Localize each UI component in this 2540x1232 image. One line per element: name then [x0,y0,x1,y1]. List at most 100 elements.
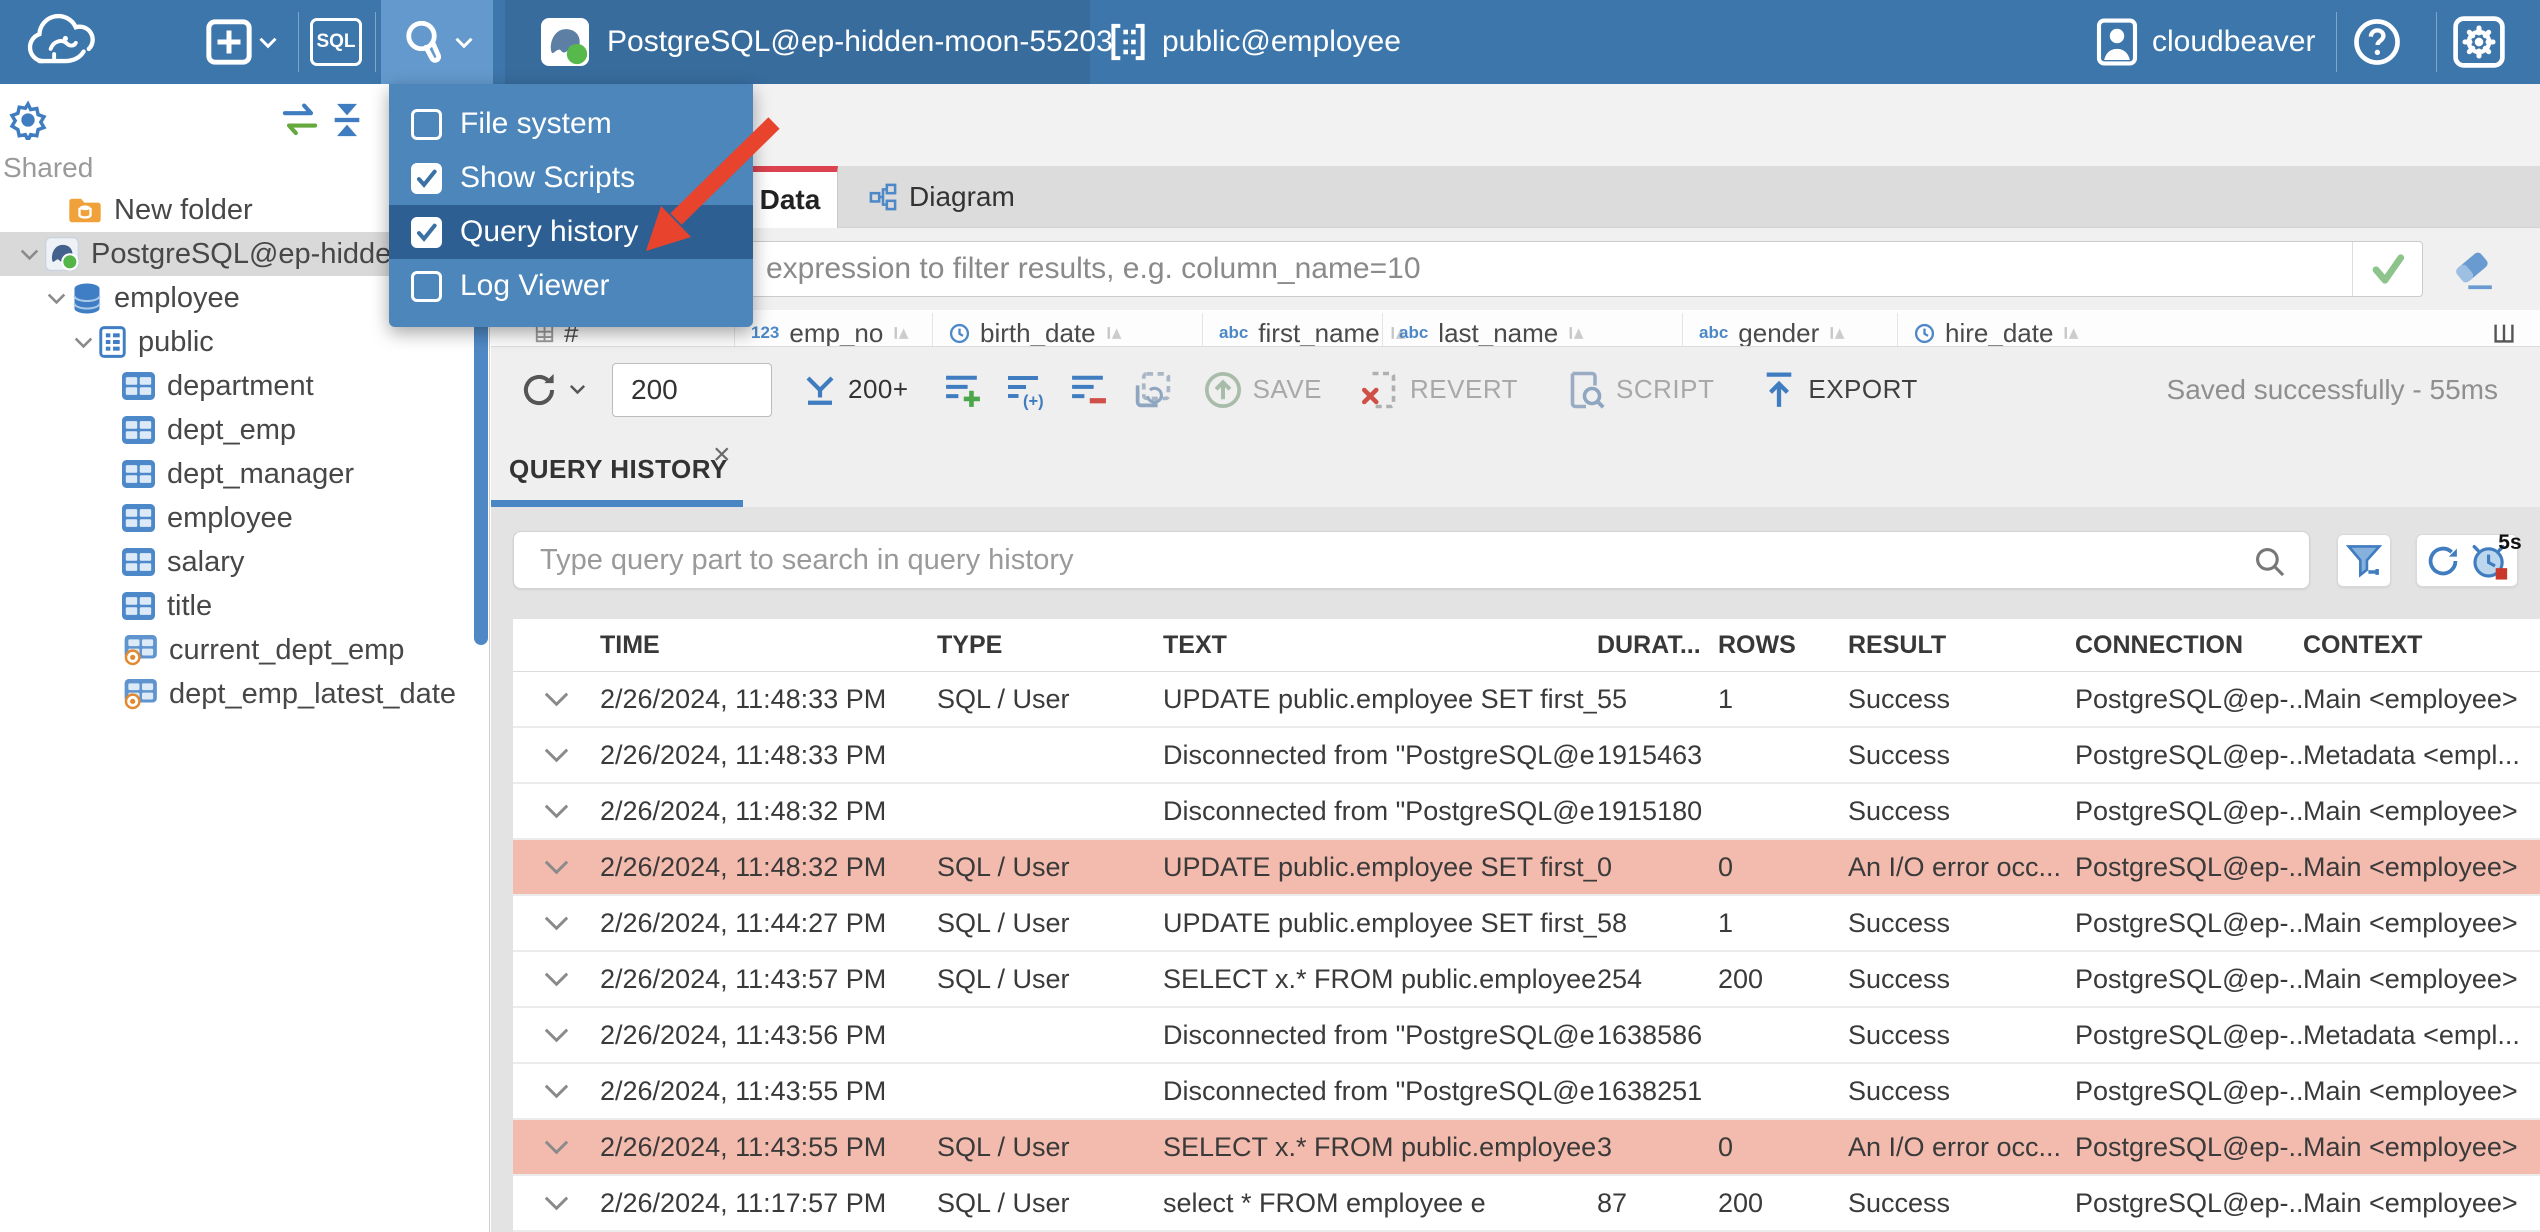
cell-rows: 0 [1718,1131,1734,1162]
chevron-down-icon[interactable] [13,248,45,261]
filter-expression-input[interactable] [514,242,2352,296]
expand-row-chevron-icon[interactable] [513,915,600,931]
history-row-6[interactable]: 2/26/2024, 11:43:57 PM SQL / User SELECT x… [513,952,2540,1008]
sql-editor-button[interactable]: SQL [310,0,362,84]
history-row-5[interactable]: 2/26/2024, 11:44:27 PM SQL / User UPDATE p… [513,896,2540,952]
revert-button[interactable]: REVERT [1360,369,1518,411]
delete-row-button[interactable] [1069,370,1109,410]
user-menu[interactable]: cloudbeaver [2096,0,2315,84]
row-limit-input[interactable] [612,362,772,417]
close-icon[interactable]: × [713,438,731,472]
apply-filter-button[interactable] [2352,242,2422,296]
history-row-3[interactable]: 2/26/2024, 11:48:32 PM Disconnected from … [513,784,2540,840]
duplicate-row-button[interactable]: (+) [1005,370,1047,410]
menu-item-log-viewer[interactable]: Log Viewer [389,259,753,313]
add-row-button[interactable] [943,370,983,410]
sort-icon[interactable] [893,325,910,342]
tree-item-employee[interactable]: employee [0,496,489,540]
sort-icon[interactable] [1106,325,1123,342]
auto-refresh-timer-button[interactable]: 5s [2470,531,2522,581]
history-column-result[interactable]: RESULT [1848,631,2075,660]
tab-data[interactable]: Data [742,166,838,228]
tab-diagram[interactable]: Diagram [849,166,1035,228]
expand-row-chevron-icon[interactable] [513,1083,600,1099]
history-row-9[interactable]: 2/26/2024, 11:43:55 PM SQL / User SELECT x… [513,1120,2540,1176]
tree-item-dept-emp[interactable]: dept_emp [0,408,489,452]
help-button[interactable] [2352,0,2402,84]
sort-icon[interactable] [1568,325,1585,342]
active-connection[interactable]: PostgreSQL@ep-hidden-moon-55203 [505,0,1113,84]
tree-item-dept-emp-latest-date[interactable]: dept_emp_latest_date [0,672,489,716]
expand-row-chevron-icon[interactable] [513,691,600,707]
history-column-type[interactable]: TYPE [937,631,1163,660]
history-row-8[interactable]: 2/26/2024, 11:43:55 PM Disconnected from … [513,1064,2540,1120]
history-column-context[interactable]: CONTEXT [2303,631,2540,660]
history-column-text[interactable]: TEXT [1163,631,1597,660]
cloud-beaver-icon [27,13,95,64]
export-button[interactable]: EXPORT [1760,370,1917,410]
tree-item-dept-manager[interactable]: dept_manager [0,452,489,496]
menu-item-query-history[interactable]: Query history [389,205,753,259]
sort-icon[interactable] [2063,325,2080,342]
sort-icon[interactable] [1829,325,1846,342]
collapse-all-button[interactable] [328,100,366,140]
table-icon [122,504,155,532]
grid-column-header-hire-date[interactable]: hire_date [1897,313,2080,346]
expand-row-chevron-icon[interactable] [513,1195,600,1211]
fetch-page-button[interactable]: 200+ [802,372,909,408]
help-icon [2354,19,2400,65]
expand-row-chevron-icon[interactable] [513,1139,600,1155]
save-button[interactable]: SAVE [1203,370,1322,410]
navigator-settings-button[interactable] [8,100,48,140]
history-filter-button[interactable] [2337,534,2391,587]
history-column-connection[interactable]: CONNECTION [2075,631,2303,660]
tab-query-history[interactable]: QUERY HISTORY × [491,432,743,507]
history-row-10[interactable]: 2/26/2024, 11:17:57 PM SQL / User select *… [513,1176,2540,1232]
tree-item-label: employee [114,281,240,314]
grid-column-header-last-name[interactable]: abc last_name [1382,313,1585,346]
revert-cell-button[interactable] [1133,370,1173,410]
cloudbeaver-logo[interactable] [16,0,120,84]
tools-menu-button[interactable] [381,0,493,84]
grid-column-header-gender[interactable]: abc gender [1682,313,1846,346]
history-search-input[interactable] [514,532,2244,588]
chevron-down-icon[interactable] [67,336,99,349]
sync-connection-icon[interactable] [278,102,322,138]
menu-item-show-scripts[interactable]: Show Scripts [389,151,753,205]
history-refresh-button[interactable] [2424,542,2462,580]
data-toolbar: 200+ (+) [491,346,2540,432]
chevron-down-icon[interactable] [40,292,72,305]
cell-time: 2/26/2024, 11:43:57 PM [600,963,887,994]
tree-item-current-dept-emp[interactable]: current_dept_emp [0,628,489,672]
history-row-2[interactable]: 2/26/2024, 11:48:33 PM Disconnected from … [513,728,2540,784]
tree-item-salary[interactable]: salary [0,540,489,584]
expand-row-chevron-icon[interactable] [513,971,600,987]
settings-button[interactable] [2452,0,2506,84]
tree-item-department[interactable]: department [0,364,489,408]
new-connection-button[interactable] [206,0,278,84]
history-column-rows[interactable]: ROWS [1718,631,1848,660]
menu-item-file-system[interactable]: File system [389,97,753,151]
duplicate-icon [1135,371,1170,407]
schema-selector[interactable]: public@employee [1108,0,1401,84]
grid-column-header-first-name[interactable]: abc first_name [1202,313,1407,346]
refresh-button[interactable] [519,370,586,410]
history-row-4[interactable]: 2/26/2024, 11:48:32 PM SQL / User UPDATE p… [513,840,2540,896]
history-column-durat[interactable]: DURAT... [1597,631,1718,660]
chevron-down-icon [259,37,277,48]
script-button[interactable]: SCRIPT [1566,369,1714,411]
history-row-1[interactable]: 2/26/2024, 11:48:33 PM SQL / User UPDATE p… [513,672,2540,728]
sidebar-scrollbar-thumb[interactable] [474,285,488,645]
clear-filter-button[interactable] [2449,248,2497,292]
expand-row-chevron-icon[interactable] [513,747,600,763]
expand-row-chevron-icon[interactable] [513,1027,600,1043]
expand-row-chevron-icon[interactable] [513,803,600,819]
grid-column-header-birth-date[interactable]: birth_date [932,313,1123,346]
column-settings-icon[interactable] [2476,313,2516,346]
tree-item-title[interactable]: title [0,584,489,628]
expand-row-chevron-icon[interactable] [513,859,600,875]
grid-column-header-emp-no[interactable]: 123 emp_no [734,313,910,346]
history-column-time[interactable]: TIME [600,631,937,660]
cell-context: Main <employee> [2303,907,2518,938]
history-row-7[interactable]: 2/26/2024, 11:43:56 PM Disconnected from … [513,1008,2540,1064]
